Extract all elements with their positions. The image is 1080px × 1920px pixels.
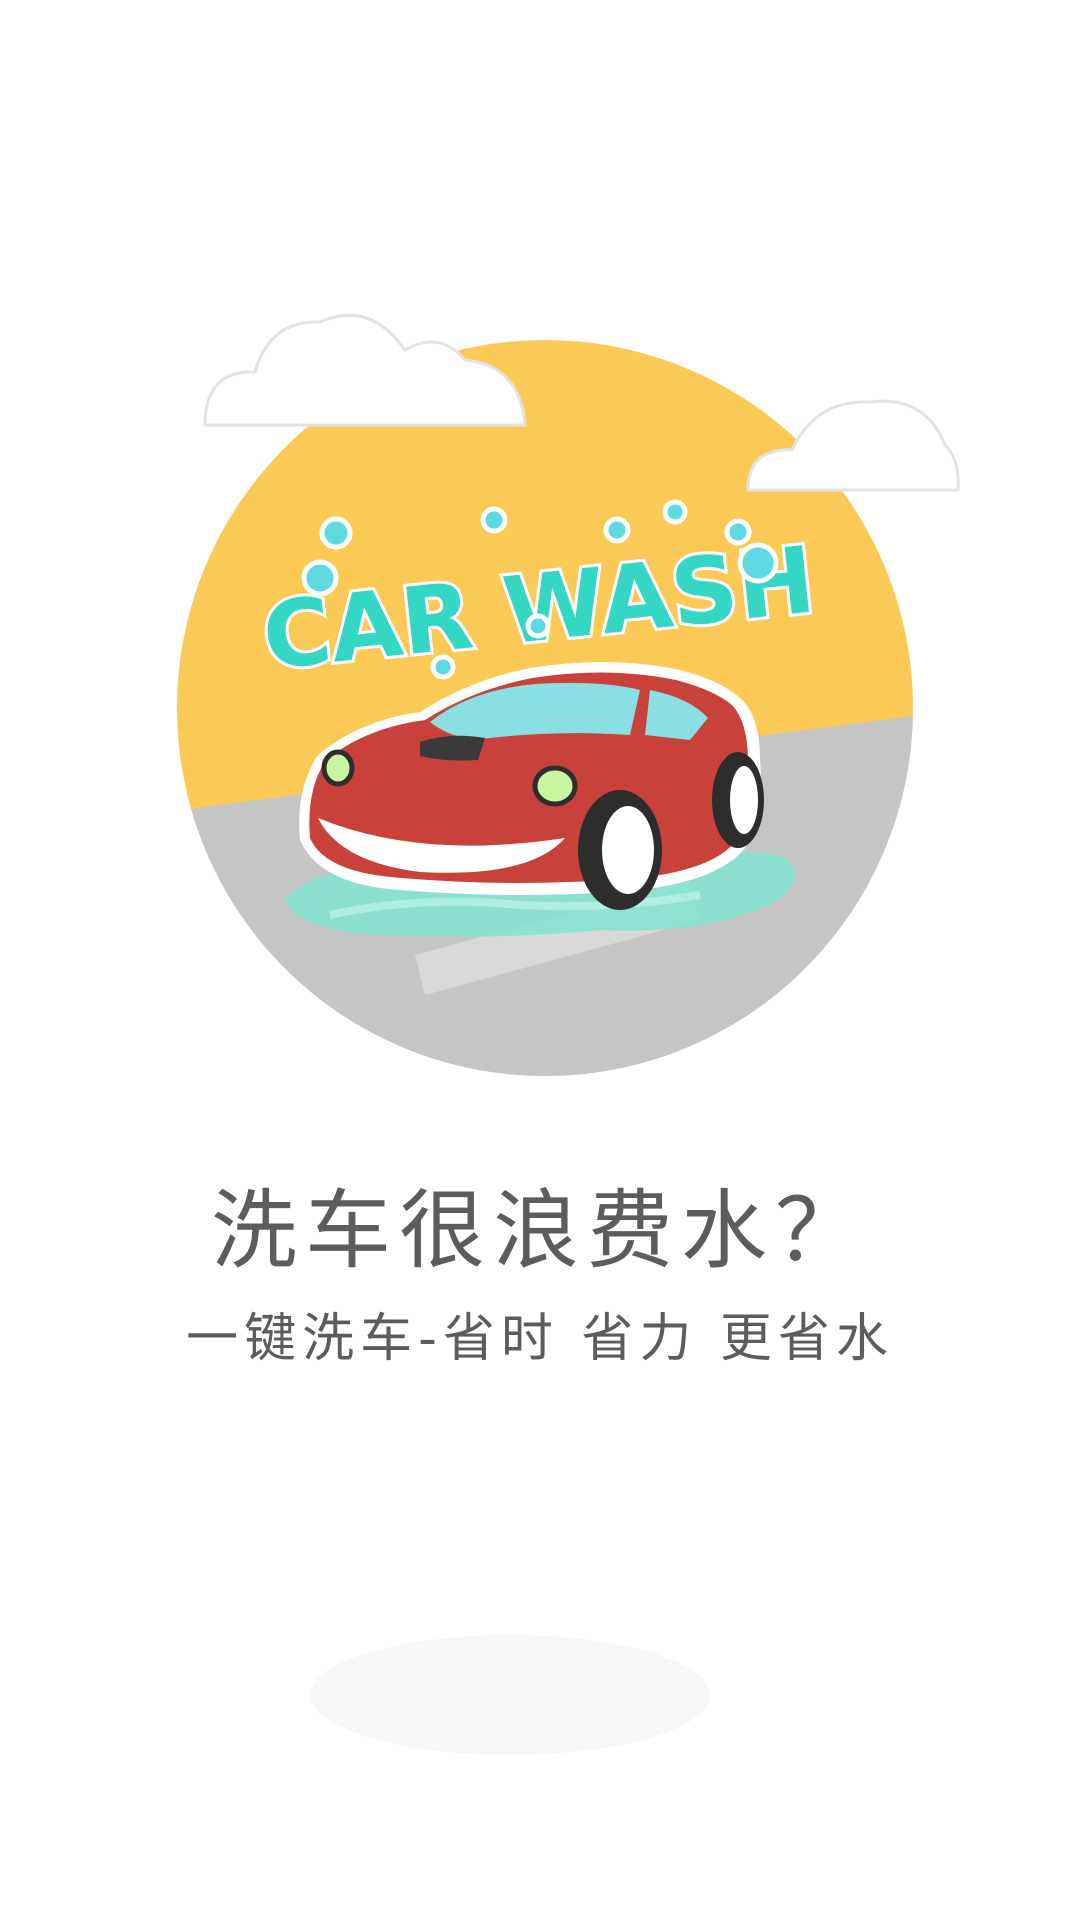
cloud-icon [203,313,527,427]
faint-watermark [310,1635,710,1755]
car-wash-illustration: CAR WASH [177,313,960,1076]
headline-text: 洗车很浪费水？ [211,1181,869,1281]
subline-text: 一键洗车-省时 省力 更省水 [186,1309,894,1369]
